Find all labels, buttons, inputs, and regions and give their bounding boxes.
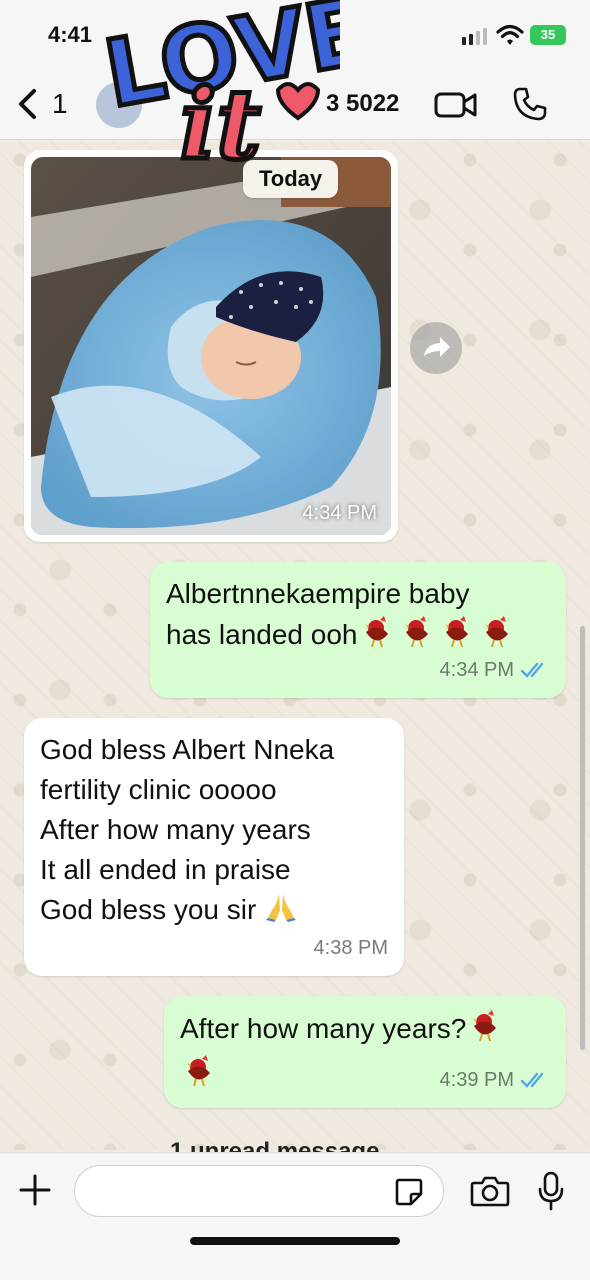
home-indicator — [190, 1237, 400, 1245]
love-it-sticker: LOVE it — [100, 0, 340, 175]
cellular-signal-icon — [462, 28, 487, 45]
status-time: 4:41 — [48, 22, 93, 47]
attach-plus-icon[interactable] — [18, 1173, 52, 1207]
message-input[interactable] — [74, 1165, 444, 1217]
message-text-line: God bless Albert Nneka — [40, 734, 335, 765]
baby-photo-image — [31, 157, 391, 535]
message-text-line: God bless you sir — [40, 894, 257, 925]
outgoing-message[interactable]: Albertnnekaempire baby has landed ooh 4:… — [150, 562, 566, 698]
read-receipt-icon — [520, 1072, 544, 1088]
message-composer — [0, 1152, 590, 1280]
message-timestamp: 4:34 PM — [439, 659, 514, 681]
forward-button[interactable] — [410, 322, 462, 374]
baby-photo[interactable]: 4:34 PM — [31, 157, 391, 535]
microphone-icon[interactable] — [538, 1171, 564, 1211]
message-text-line: has landed ooh — [166, 618, 358, 650]
message-text-line: fertility clinic ooooo — [40, 774, 277, 805]
incoming-photo-message[interactable]: 4:34 PM — [24, 150, 398, 542]
message-text-line: After how many years — [40, 814, 311, 845]
message-text-line: After how many years? — [180, 1012, 467, 1044]
sticker-script: it — [180, 68, 261, 175]
praying-hands-emoji — [264, 890, 298, 933]
phone-call-icon[interactable] — [512, 86, 548, 122]
back-chevron-icon[interactable] — [16, 88, 38, 120]
incoming-message[interactable]: God bless Albert Nneka fertility clinic … — [24, 718, 404, 976]
message-text-line: It all ended in praise — [40, 854, 291, 885]
message-timestamp: 4:34 PM — [302, 502, 377, 524]
back-unread-count[interactable]: 1 — [52, 88, 68, 120]
message-meta: 4:38 PM — [314, 928, 388, 968]
message-meta: 4:34 PM — [440, 650, 550, 690]
message-timestamp: 4:39 PM — [439, 1069, 514, 1091]
rooster-emoji — [466, 1008, 504, 1053]
rooster-emoji — [180, 1053, 218, 1098]
scrollbar[interactable] — [580, 626, 585, 1050]
read-receipt-icon — [520, 662, 544, 678]
camera-icon[interactable] — [470, 1175, 510, 1207]
message-timestamp: 4:38 PM — [313, 937, 388, 959]
video-call-icon[interactable] — [434, 90, 478, 120]
wifi-icon — [496, 24, 524, 45]
sticker-heart — [275, 82, 321, 121]
message-meta: 4:39 PM — [440, 1060, 550, 1100]
battery-icon: 35 — [530, 25, 566, 45]
message-text-line: Albertnnekaempire baby — [166, 578, 470, 609]
forward-arrow-icon — [424, 337, 450, 357]
outgoing-message[interactable]: After how many years? 4:39 PM — [164, 996, 566, 1108]
sticker-icon[interactable] — [394, 1177, 424, 1207]
